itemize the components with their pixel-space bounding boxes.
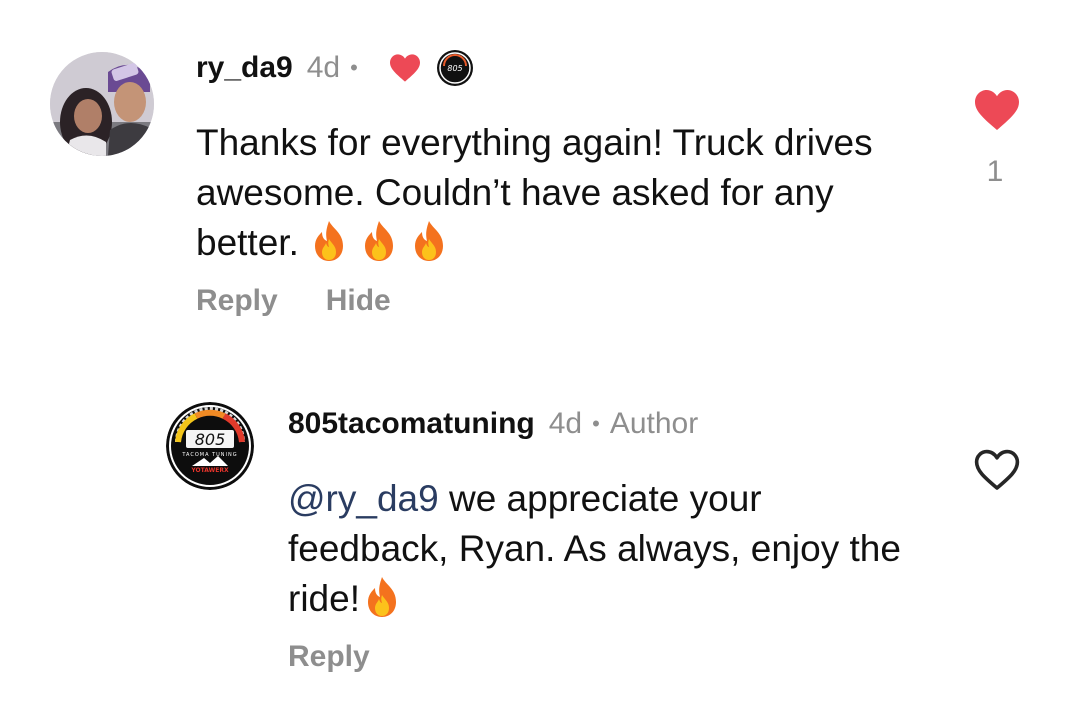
logo-brand: YOTAWERX [190, 467, 229, 474]
fire-emoji-icon [409, 219, 449, 263]
comment-header: ry_da9 4d • 805 [196, 46, 474, 90]
hide-button[interactable]: Hide [326, 284, 391, 318]
comment-text: @ry_da9 we appreciate your feedback, Rya… [288, 474, 928, 624]
comment-body: Thanks for everything again! Truck drive… [196, 122, 873, 263]
creator-liked-heart-icon [388, 53, 422, 83]
fire-emoji-icon [362, 575, 402, 619]
logo-subtext: TACOMA TUNING [181, 452, 237, 458]
comment-actions: Reply [288, 640, 370, 674]
comment-actions: Reply Hide [196, 284, 391, 318]
username[interactable]: 805tacomatuning [288, 407, 535, 441]
like-button[interactable] [973, 448, 1021, 492]
comment-text: Thanks for everything again! Truck drive… [196, 118, 936, 268]
mention-link[interactable]: @ry_da9 [288, 478, 439, 519]
fire-emoji-icon [309, 219, 349, 263]
separator-dot: • [592, 411, 600, 436]
like-button-filled[interactable] [973, 88, 1021, 132]
heart-outline-icon [973, 449, 1021, 496]
separator-dot: • [350, 55, 358, 80]
805-tacoma-tuning-logo-avatar[interactable]: 805 TACOMA TUNING YOTAWERX [166, 402, 254, 490]
heart-icon [973, 90, 1021, 136]
comment-header: 805tacomatuning 4d • Author [288, 402, 698, 446]
reply-button[interactable]: Reply [196, 284, 278, 318]
timestamp: 4d [548, 407, 583, 440]
avatar[interactable] [50, 52, 154, 156]
reply-button[interactable]: Reply [288, 640, 370, 674]
logo-805-text: 805 [195, 430, 226, 449]
svg-text:805: 805 [447, 64, 462, 73]
805-badge-icon: 805 [436, 49, 474, 87]
timestamp: 4d [306, 51, 341, 84]
fire-emoji-icon [359, 219, 399, 263]
username[interactable]: ry_da9 [196, 51, 293, 85]
author-label: Author [609, 407, 699, 440]
like-count[interactable]: 1 [980, 155, 1010, 189]
